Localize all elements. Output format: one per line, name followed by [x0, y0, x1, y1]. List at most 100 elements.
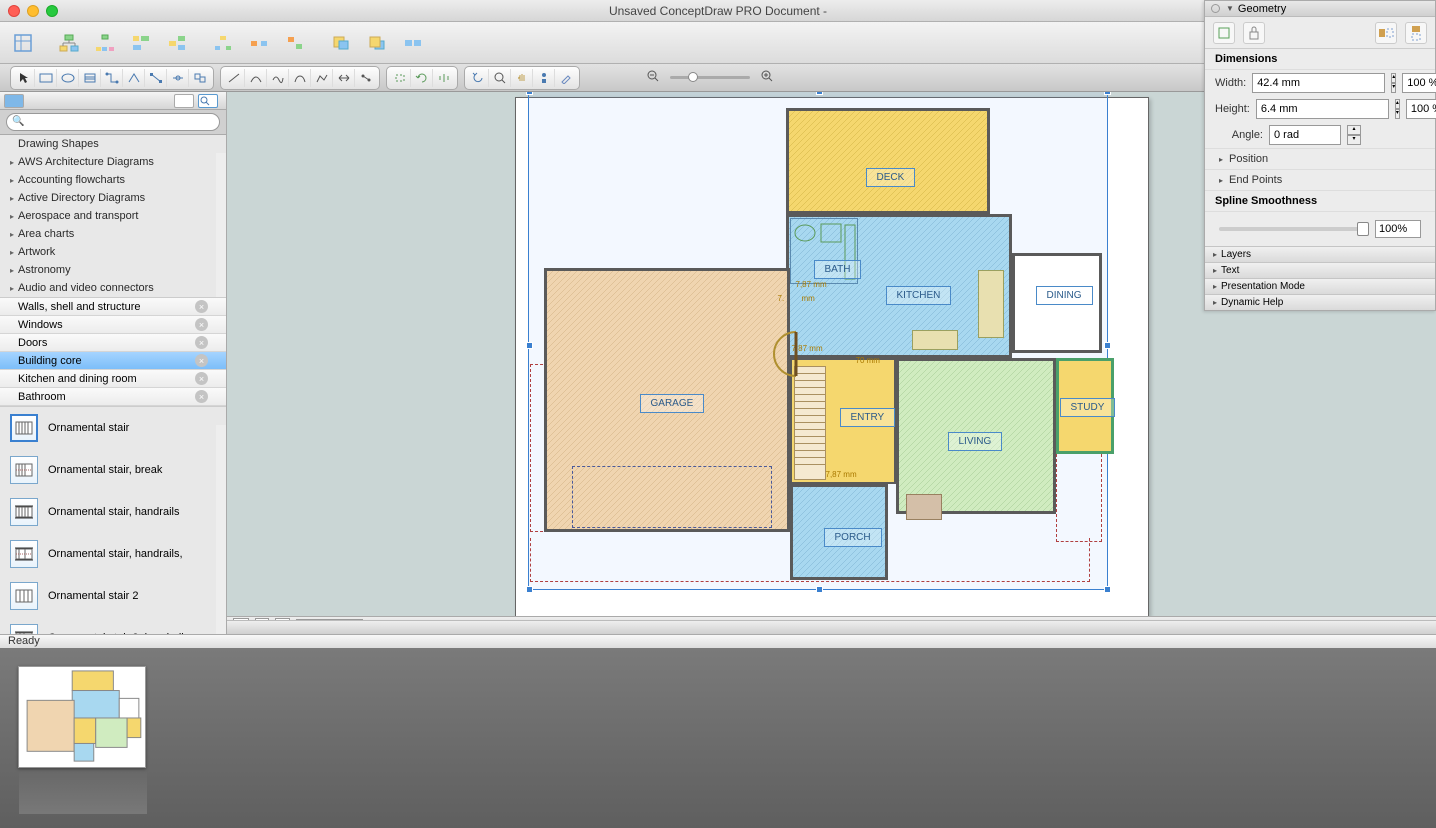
grid-view-tab[interactable]: [174, 94, 194, 108]
selection-handle[interactable]: [816, 586, 823, 593]
fireplace[interactable]: [906, 494, 942, 520]
height-stepper[interactable]: ▴▾: [1395, 99, 1400, 119]
stairs[interactable]: [794, 366, 826, 480]
accordion-help[interactable]: Dynamic Help: [1205, 294, 1435, 310]
ellipse-tool[interactable]: [57, 69, 79, 87]
auto-layout-icon[interactable]: [210, 30, 236, 56]
tree-scrollbar[interactable]: [216, 153, 226, 297]
flowchart-icon[interactable]: [164, 30, 190, 56]
shape-thumb[interactable]: [10, 624, 38, 634]
position-disclosure[interactable]: Position: [1205, 148, 1435, 169]
panel-title[interactable]: ▼ Geometry: [1205, 1, 1435, 17]
direct-connect-tool[interactable]: [145, 69, 167, 87]
selection-handle[interactable]: [526, 586, 533, 593]
selection-handle[interactable]: [526, 342, 533, 349]
room-deck[interactable]: [786, 108, 990, 214]
sublist-item[interactable]: Kitchen and dining room×: [0, 370, 226, 388]
sublist-item[interactable]: Doors×: [0, 334, 226, 352]
height-input[interactable]: [1256, 99, 1389, 119]
shape-thumb[interactable]: [10, 498, 38, 526]
selection-handle[interactable]: [526, 92, 533, 95]
close-icon[interactable]: ×: [195, 354, 208, 367]
rectangle-tool[interactable]: [35, 69, 57, 87]
accordion-presentation[interactable]: Presentation Mode: [1205, 278, 1435, 294]
smart-connector-tool[interactable]: [123, 69, 145, 87]
text-tool[interactable]: [79, 69, 101, 87]
line-tool[interactable]: [223, 69, 245, 87]
selection-handle[interactable]: [816, 92, 823, 95]
canvas-hscroll[interactable]: [227, 620, 1436, 634]
library-icon[interactable]: [10, 30, 36, 56]
selection-handle[interactable]: [1104, 342, 1111, 349]
shape-thumb[interactable]: [10, 414, 38, 442]
flip-tool[interactable]: [433, 69, 455, 87]
group-tool[interactable]: [189, 69, 211, 87]
page-thumbnail[interactable]: [18, 666, 146, 768]
shapes-scrollbar[interactable]: [216, 425, 226, 634]
lock-icon[interactable]: [1243, 22, 1265, 44]
doublearrow-tool[interactable]: [333, 69, 355, 87]
tree-item[interactable]: AWS Architecture Diagrams: [0, 153, 226, 171]
hierarchy-icon[interactable]: [128, 30, 154, 56]
info-tool[interactable]: [533, 69, 555, 87]
tree-item[interactable]: Aerospace and transport: [0, 207, 226, 225]
arc-tool[interactable]: [245, 69, 267, 87]
distribute-icon[interactable]: [246, 30, 272, 56]
zoom-out-icon[interactable]: [646, 69, 660, 86]
pan-icon[interactable]: [511, 69, 533, 87]
space-icon[interactable]: [282, 30, 308, 56]
tree-item[interactable]: Accounting flowcharts: [0, 171, 226, 189]
eyedropper-icon[interactable]: [555, 69, 577, 87]
spline-slider[interactable]: [1219, 227, 1369, 231]
tree-item[interactable]: Drawing Shapes: [0, 135, 226, 153]
counter[interactable]: [978, 270, 1004, 338]
sublist-item-selected[interactable]: Building core×: [0, 352, 226, 370]
flip-v-icon[interactable]: [1405, 22, 1427, 44]
sublist-item[interactable]: Walls, shell and structure×: [0, 298, 226, 316]
zoom-slider[interactable]: [670, 76, 750, 79]
tree-item[interactable]: Area charts: [0, 225, 226, 243]
tree-item[interactable]: Audio and video connectors: [0, 279, 226, 297]
angle-stepper[interactable]: ▴▾: [1347, 125, 1361, 145]
connector-tool[interactable]: [101, 69, 123, 87]
zoom-icon[interactable]: [489, 69, 511, 87]
search-tab[interactable]: [198, 94, 218, 108]
angle-input[interactable]: [1269, 125, 1341, 145]
node-tool[interactable]: [355, 69, 377, 87]
shape-thumb[interactable]: [10, 540, 38, 568]
maximize-icon[interactable]: [46, 5, 58, 17]
bring-front-icon[interactable]: [328, 30, 354, 56]
close-icon[interactable]: ×: [195, 390, 208, 403]
tree-item[interactable]: Active Directory Diagrams: [0, 189, 226, 207]
width-input[interactable]: [1252, 73, 1385, 93]
org-chart-icon[interactable]: [92, 30, 118, 56]
accordion-text[interactable]: Text: [1205, 262, 1435, 278]
close-icon[interactable]: ×: [195, 300, 208, 313]
library-tab[interactable]: [4, 94, 24, 108]
search-input[interactable]: [6, 113, 220, 131]
shape-thumb[interactable]: [10, 456, 38, 484]
flip-h-icon[interactable]: [1375, 22, 1397, 44]
endpoints-disclosure[interactable]: End Points: [1205, 169, 1435, 190]
align-icon[interactable]: [400, 30, 426, 56]
refresh-icon[interactable]: [467, 69, 489, 87]
tree-chart-icon[interactable]: [56, 30, 82, 56]
send-back-icon[interactable]: [364, 30, 390, 56]
pointer-tool[interactable]: [13, 69, 35, 87]
width-stepper[interactable]: ▴▾: [1391, 73, 1396, 93]
close-icon[interactable]: [8, 5, 20, 17]
crop-tool[interactable]: [389, 69, 411, 87]
selection-handle[interactable]: [1104, 92, 1111, 95]
connection-point-tool[interactable]: [167, 69, 189, 87]
close-icon[interactable]: ×: [195, 372, 208, 385]
close-icon[interactable]: ×: [195, 318, 208, 331]
close-icon[interactable]: ×: [195, 336, 208, 349]
width-pct-input[interactable]: [1402, 73, 1436, 93]
selection-handle[interactable]: [1104, 586, 1111, 593]
drawing-page[interactable]: DECK BATH KITCHEN DINING: [515, 97, 1149, 616]
panel-close-icon[interactable]: [1211, 4, 1220, 13]
rotate-tool[interactable]: [411, 69, 433, 87]
minimize-icon[interactable]: [27, 5, 39, 17]
polyline-tool[interactable]: [311, 69, 333, 87]
zoom-in-icon[interactable]: [760, 69, 774, 86]
